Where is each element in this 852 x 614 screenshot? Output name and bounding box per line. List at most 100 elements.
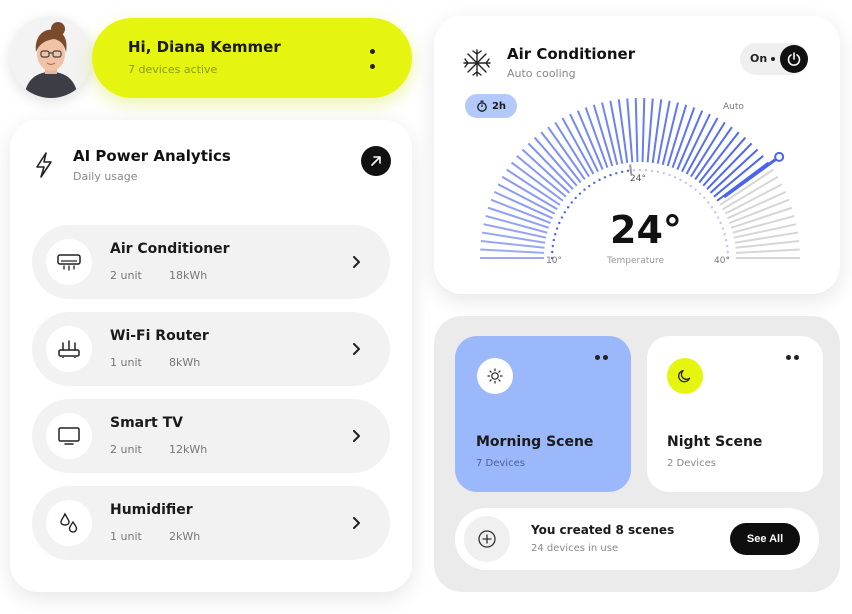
gauge-dot [560,216,564,219]
gauge-dot [723,233,726,236]
device-usage: 8kWh [169,356,201,369]
sun-icon [477,358,513,394]
gauge-dot [598,178,601,182]
chevron-right-icon [348,428,364,444]
gauge-dot [725,244,729,248]
avatar[interactable] [10,16,92,98]
gauge-dot [698,192,702,195]
power-button[interactable] [780,45,808,73]
ac-title: Air Conditioner [507,45,636,63]
greeting-title: Hi, Diana Kemmer [128,38,281,56]
devices-active-text: 7 devices active [128,63,218,76]
gauge-tick [521,148,571,194]
router-icon [46,326,92,372]
gauge-dot [558,221,561,225]
gauge-handle[interactable] [774,151,785,162]
gauge-dot [578,192,582,195]
device-name: Humidifier [110,502,193,518]
gauge-dot [716,216,720,219]
device-units: 2 unit [110,443,142,456]
gauge-dot [555,227,559,230]
gauge-tick [483,223,547,239]
device-name: Smart TV [110,415,183,431]
gauge-tick [719,168,774,206]
gauge-tick [641,98,646,163]
scene-device-count: 2 Devices [667,458,716,469]
gauge-tick [554,121,590,178]
gauge-tick [626,98,634,163]
gauge-dot [632,169,636,172]
power-icon [787,52,801,66]
gauge-tick [634,98,639,163]
min-temperature-label: 10° [546,256,562,266]
gauge-dot [570,201,573,204]
max-temperature-label: 40° [714,256,730,266]
gauge-dot [593,181,596,185]
moon-icon [667,358,703,394]
device-units: 2 unit [110,269,142,282]
gauge-dot [719,221,722,225]
gauge-tick [702,136,747,187]
gauge-dot [707,201,710,204]
scene-more-options-icon[interactable] [595,355,608,360]
gauge-tick [690,121,726,178]
gauge-dot [694,188,697,191]
chevron-right-icon [348,515,364,531]
add-scene-button[interactable] [464,516,510,562]
gauge-dot [551,250,554,254]
gauge-dot [563,211,567,214]
gauge-tick [733,223,797,239]
device-units: 1 unit [110,356,142,369]
device-usage: 2kWh [169,530,201,543]
gauge-tick [735,248,800,254]
humidifier-icon [46,500,92,546]
gauge-dot [703,196,706,200]
device-units: 1 unit [110,530,142,543]
gauge-dot [552,238,556,242]
greeting-card[interactable] [92,18,412,98]
gauge-dot [566,206,570,209]
gauge-dot [626,169,630,173]
scene-name: Night Scene [667,434,763,450]
power-state-label: On [750,52,768,65]
gauge-dot [656,170,660,174]
air-conditioner-icon [46,239,92,285]
gauge-dot [668,173,671,177]
ac-mode-subtitle: Auto cooling [507,67,576,80]
tv-icon [46,413,92,459]
gauge-dot [574,196,577,200]
gauge-dot [615,172,618,175]
gauge-tick [709,148,759,194]
gauge-dot [554,233,557,236]
see-all-button[interactable]: See All [730,523,800,555]
plus-circle-icon [478,530,496,548]
device-usage: 18kWh [169,269,208,282]
temperature-gauge[interactable] [434,95,840,280]
gauge-value-marker [629,164,633,175]
gauge-dot [673,176,677,179]
gauge-dot [551,244,555,248]
temperature-label: Temperature [607,256,665,266]
open-analytics-button[interactable] [361,146,391,176]
device-usage: 12kWh [169,443,208,456]
gauge-tick [646,98,654,163]
gauge-dot [662,172,665,175]
gauge-dot [710,206,714,209]
gauge-dot [726,250,729,254]
gauge-dot [583,188,586,191]
scene-more-options-icon[interactable] [786,355,799,360]
device-name: Wi-Fi Router [110,328,209,344]
gauge-tick [506,168,561,206]
gauge-dot [650,169,654,173]
lightning-icon [34,152,54,182]
chevron-right-icon [348,254,364,270]
more-options-icon[interactable] [366,49,378,69]
scene-name: Morning Scene [476,434,594,450]
gauge-dot [638,168,642,172]
temperature-value: 24° [610,208,682,252]
analytics-subtitle: Daily usage [73,170,138,183]
auto-mode-label: Auto [723,102,744,112]
snowflake-icon [462,48,492,82]
analytics-title: AI Power Analytics [73,147,231,165]
scenes-created-text: You created 8 scenes [531,523,675,537]
